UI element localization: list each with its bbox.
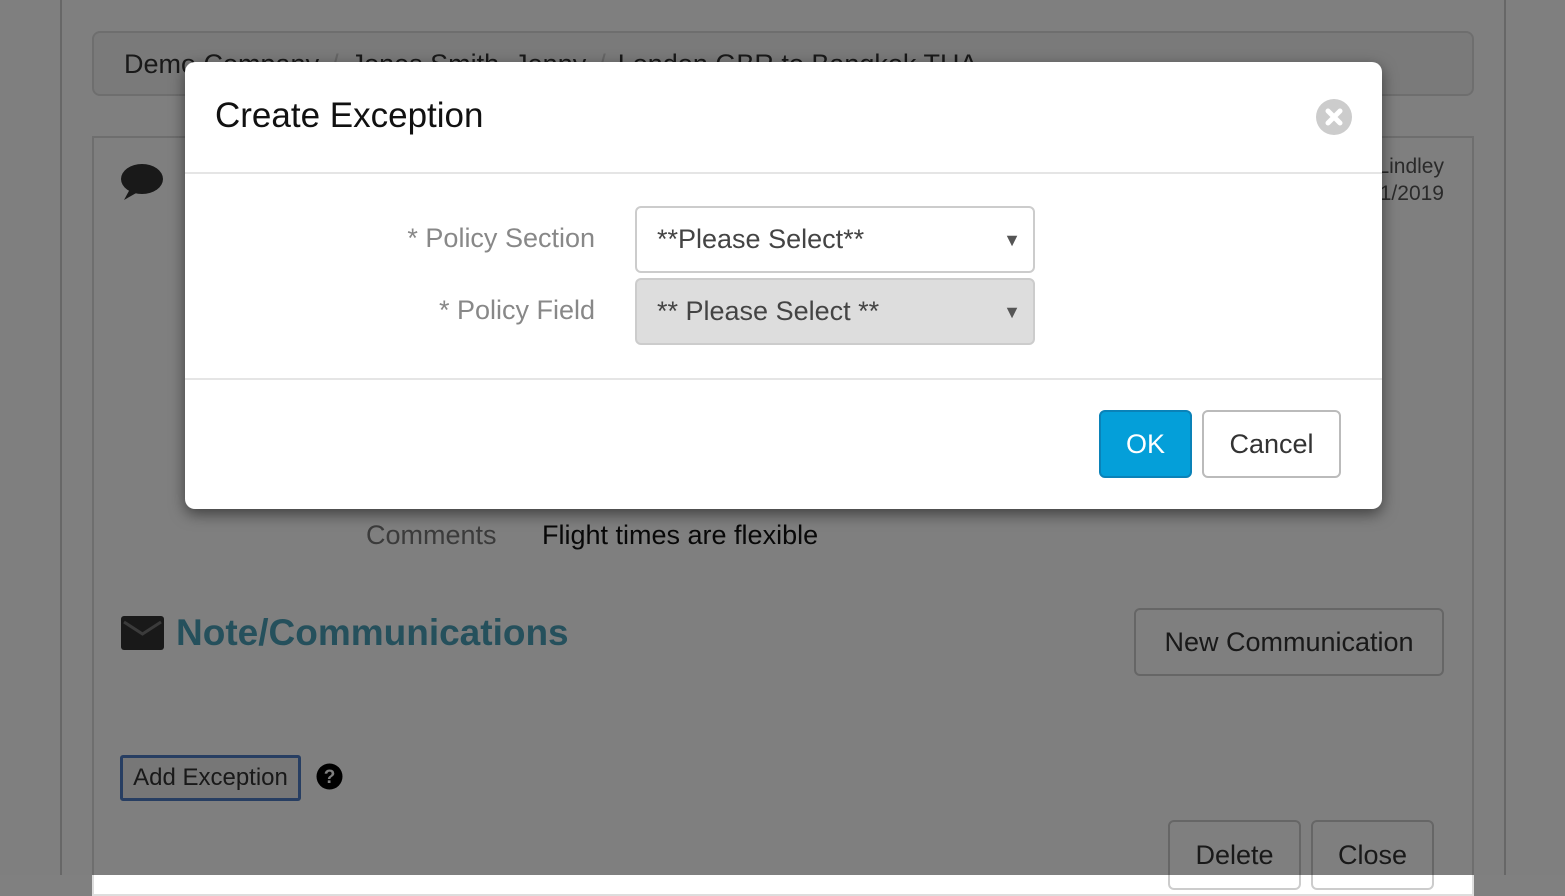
- ok-button[interactable]: OK: [1099, 410, 1192, 478]
- create-exception-modal: Create Exception * Policy Section **Plea…: [185, 62, 1382, 509]
- modal-footer: OK Cancel: [185, 380, 1382, 507]
- policy-section-selected-value: **Please Select**: [657, 224, 865, 254]
- policy-section-select[interactable]: **Please Select** ▼: [635, 206, 1035, 273]
- cancel-button[interactable]: Cancel: [1202, 410, 1341, 478]
- modal-title: Create Exception: [215, 96, 484, 135]
- dropdown-arrow-icon: ▼: [1003, 230, 1021, 250]
- policy-field-selected-value: ** Please Select **: [657, 296, 880, 326]
- modal-header: Create Exception: [185, 62, 1382, 174]
- dropdown-arrow-icon: ▼: [1003, 302, 1021, 322]
- policy-field-select: ** Please Select ** ▼: [635, 278, 1035, 345]
- modal-body: * Policy Section **Please Select** ▼ * P…: [185, 174, 1382, 380]
- policy-section-label: * Policy Section: [407, 223, 595, 253]
- policy-field-label: * Policy Field: [438, 295, 595, 325]
- policy-field-row: * Policy Field ** Please Select ** ▼: [185, 278, 1382, 345]
- policy-section-row: * Policy Section **Please Select** ▼: [185, 206, 1382, 273]
- modal-close-button[interactable]: [1316, 99, 1352, 135]
- times-circle-icon: [1325, 108, 1343, 126]
